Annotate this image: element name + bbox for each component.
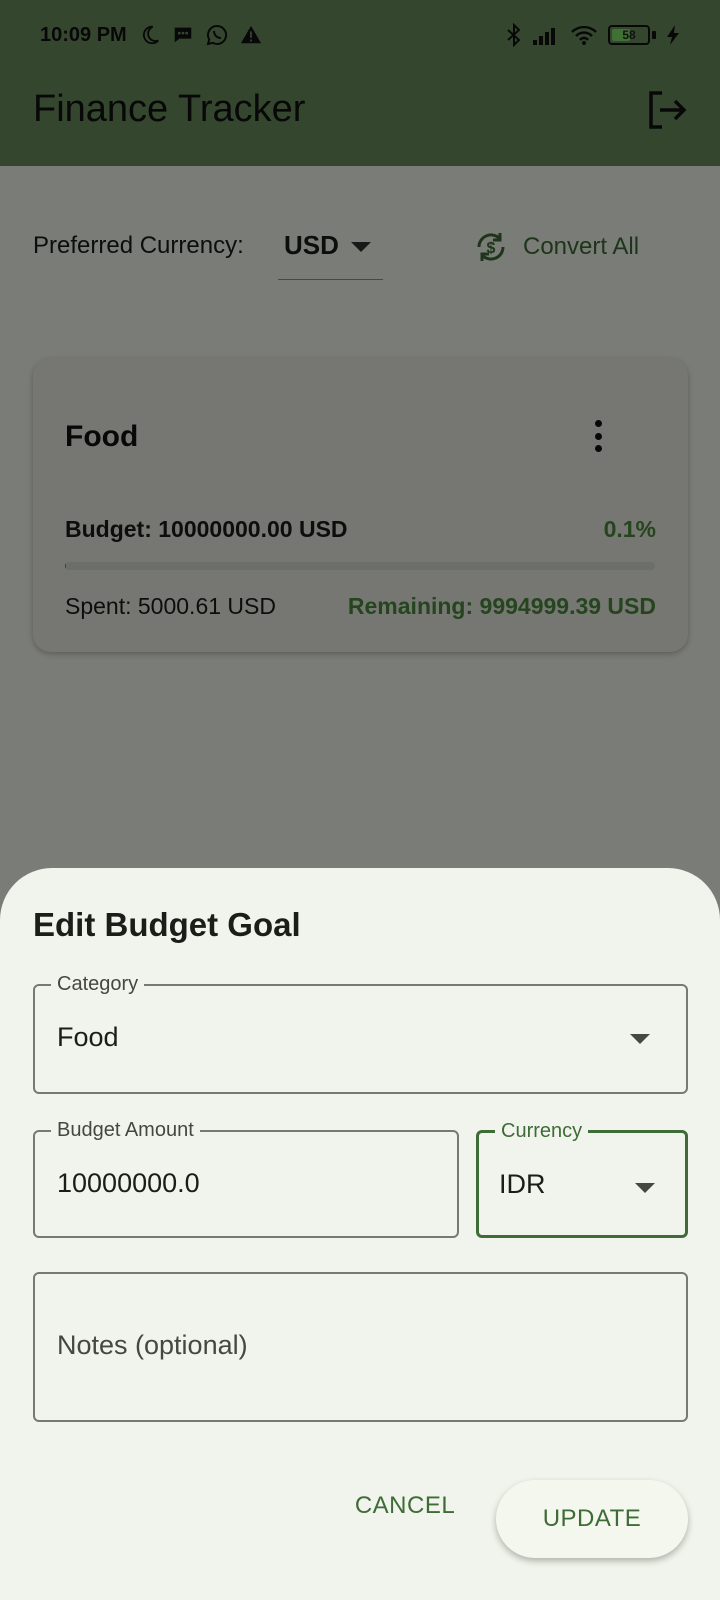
category-value: Food	[57, 1022, 119, 1052]
currency-dropdown[interactable]: Currency IDR	[476, 1120, 688, 1238]
budget-amount-value: 10000000.0	[57, 1168, 200, 1198]
currency-value: IDR	[499, 1169, 546, 1199]
chevron-down-icon	[635, 1183, 655, 1193]
budget-amount-label: Budget Amount	[51, 1119, 200, 1142]
currency-label: Currency	[495, 1120, 589, 1143]
chevron-down-icon	[630, 1034, 650, 1044]
notes-field[interactable]: Notes (optional)	[33, 1272, 688, 1422]
update-button[interactable]: UPDATE	[496, 1480, 688, 1558]
category-dropdown[interactable]: Category Food	[33, 973, 688, 1094]
battery-level: 58	[622, 28, 636, 42]
budget-amount-field[interactable]: Budget Amount 10000000.0	[33, 1119, 459, 1238]
edit-budget-sheet: Edit Budget Goal Category Food Budget Am…	[0, 868, 720, 1600]
sheet-title: Edit Budget Goal	[33, 906, 301, 943]
cancel-button[interactable]: CANCEL	[340, 1476, 470, 1536]
category-label: Category	[51, 973, 145, 996]
notes-placeholder: Notes (optional)	[57, 1330, 248, 1360]
